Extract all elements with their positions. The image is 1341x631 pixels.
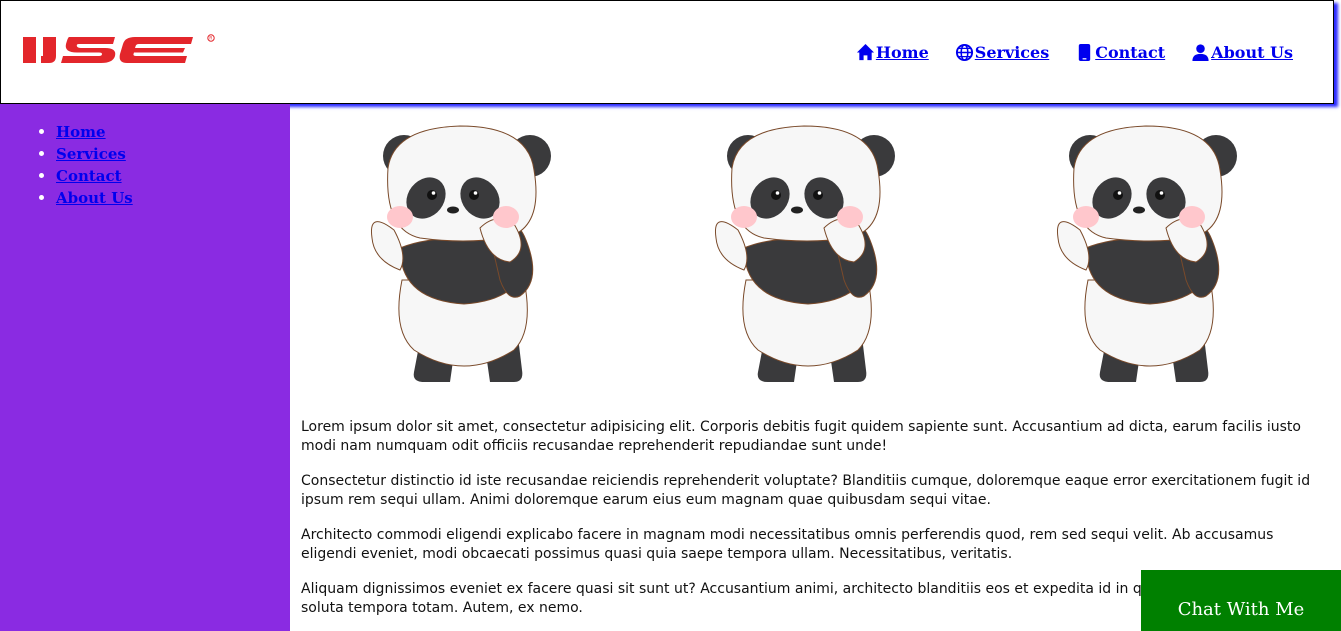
svg-text:R: R [209,36,212,42]
user-icon [1192,44,1209,62]
globe-icon [955,43,973,62]
panda-image [1056,125,1237,382]
nav-contact-label: Contact [1095,43,1166,62]
panda-image [714,125,895,382]
sidebar-item-contact: Contact [56,166,290,188]
site-header: R Home Services Contact About Us [0,0,1334,104]
nav-home-link[interactable]: Home [856,43,929,62]
paragraph: Consectetur distinctio id iste recusanda… [301,473,1311,508]
main-content: Lorem ipsum dolor sit amet, consectetur … [290,104,1341,631]
panda-image [370,125,551,382]
home-icon [856,43,874,61]
sidebar-item-about: About Us [56,188,290,210]
sidebar-home-link[interactable]: Home [56,123,106,141]
sidebar-contact-link[interactable]: Contact [56,167,122,185]
sidebar-services-link[interactable]: Services [56,145,126,163]
nav-about-link[interactable]: About Us [1191,43,1293,62]
nav-services-link[interactable]: Services [955,43,1049,62]
nav-about-label: About Us [1211,43,1293,62]
nav-home-label: Home [875,43,929,62]
phone-icon [1079,43,1091,62]
sidebar-item-services: Services [56,144,290,166]
sidebar-menu: Home Services Contact About Us [0,104,290,210]
paragraph: Architecto commodi eligendi explicabo fa… [301,527,1274,562]
ijse-logo[interactable]: R [23,31,219,69]
sidebar-about-link[interactable]: About Us [56,189,133,207]
sidebar: Home Services Contact About Us [0,104,290,631]
chat-button[interactable]: Chat With Me [1141,570,1341,631]
sidebar-item-home: Home [56,122,290,144]
top-navigation: Home Services Contact About Us [856,43,1293,62]
nav-services-label: Services [974,43,1050,62]
nav-contact-link[interactable]: Contact [1075,43,1165,62]
paragraph: Lorem ipsum dolor sit amet, consectetur … [301,419,1301,454]
